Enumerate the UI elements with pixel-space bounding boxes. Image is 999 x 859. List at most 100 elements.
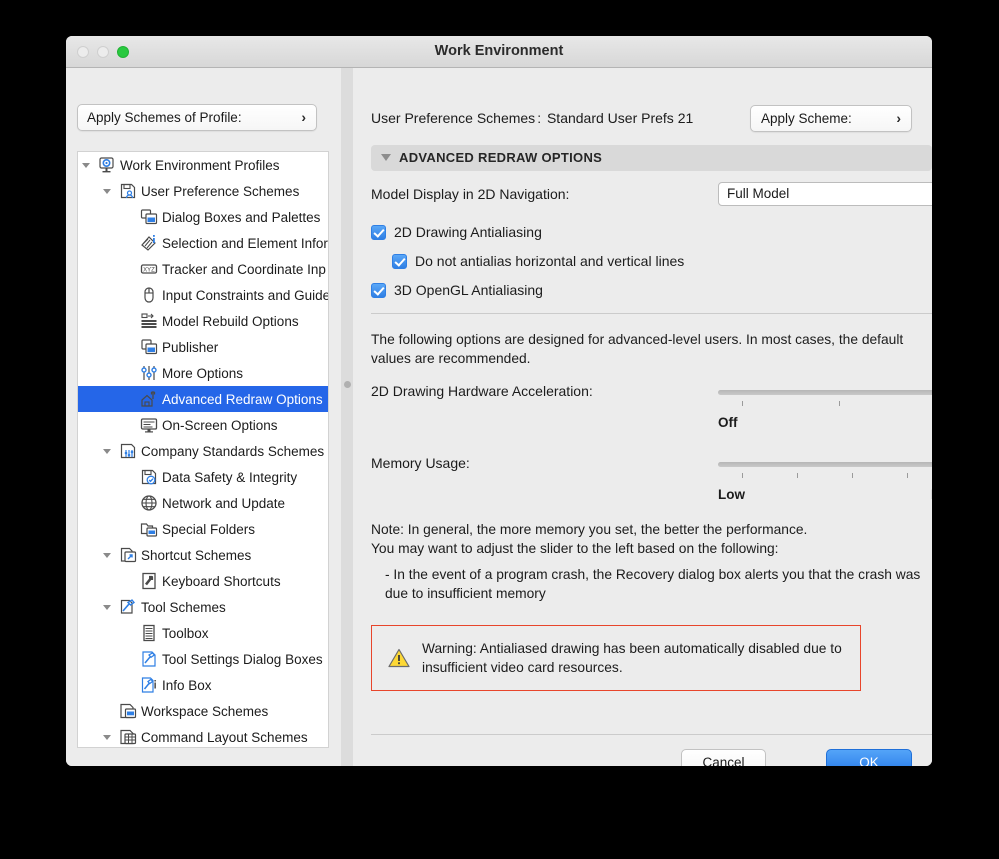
schemes-tree[interactable]: Work Environment Profiles User Preference… — [77, 151, 329, 748]
disclosure-triangle-icon[interactable] — [381, 154, 391, 161]
tree-item-workspace-schemes[interactable]: Workspace Schemes — [78, 698, 328, 724]
checkbox-label: Do not antialias horizontal and vertical… — [415, 253, 685, 269]
tree-item-advanced-redraw-options[interactable]: Advanced Redraw Options — [78, 386, 328, 412]
checkbox-icon[interactable] — [392, 253, 407, 269]
window-title: Work Environment — [434, 43, 564, 59]
selection-element-info-icon — [140, 234, 158, 252]
tree-item-label: Input Constraints and Guide — [162, 287, 329, 303]
tree-item-work-environment-profiles[interactable]: Work Environment Profiles — [78, 152, 328, 178]
ok-button[interactable]: OK — [826, 749, 912, 766]
keyboard-shortcuts-icon — [140, 572, 158, 590]
sidebar-pane: Apply Schemes of Profile: › Work Environ… — [66, 68, 341, 766]
tree-item-data-safety-integrity[interactable]: Data Safety & Integrity — [78, 464, 328, 490]
tree-item-selection-and-element-infor[interactable]: Selection and Element Infor — [78, 230, 328, 256]
checkbox-2d-drawing-antialiasing[interactable]: 2D Drawing Antialiasing — [371, 224, 542, 240]
tree-item-command-layout-schemes[interactable]: Command Layout Schemes — [78, 724, 328, 747]
apply-scheme-button[interactable]: Apply Scheme: › — [750, 105, 912, 132]
slider-track[interactable] — [718, 462, 932, 467]
warning-triangle-icon — [388, 648, 410, 668]
disclosure-triangle-icon[interactable] — [101, 601, 113, 613]
advanced-redraw-icon — [140, 390, 158, 408]
svg-text:XYZ: XYZ — [143, 268, 155, 274]
hardware-acceleration-label: 2D Drawing Hardware Acceleration: — [371, 383, 593, 399]
tree-item-toolbox[interactable]: Toolbox — [78, 620, 328, 646]
memory-note-line-2: You may want to adjust the slider to the… — [371, 541, 779, 556]
network-update-icon — [140, 494, 158, 512]
section-title: ADVANCED REDRAW OPTIONS — [399, 150, 603, 165]
checkbox-label: 2D Drawing Antialiasing — [394, 224, 542, 240]
current-scheme-value: Standard User Prefs 21 — [546, 110, 694, 126]
tree-item-special-folders[interactable]: Special Folders — [78, 516, 328, 542]
tree-item-tool-settings-dialog-boxes[interactable]: Tool Settings Dialog Boxes — [78, 646, 328, 672]
checkbox-3d-opengl-antialiasing[interactable]: 3D OpenGL Antialiasing — [371, 282, 543, 298]
info-box-icon — [140, 676, 158, 694]
tree-item-info-box[interactable]: Info Box — [78, 672, 328, 698]
dialog-boxes-icon — [140, 208, 158, 226]
command-layout-icon — [119, 728, 137, 746]
slider-tick — [742, 401, 743, 406]
disclosure-triangle-icon[interactable] — [101, 445, 113, 457]
model-display-select[interactable]: Full Model — [718, 182, 932, 206]
current-scheme-label: User Preference Schemes — [371, 110, 536, 126]
disclosure-triangle-icon[interactable] — [101, 549, 113, 561]
tree-item-model-rebuild-options[interactable]: Model Rebuild Options — [78, 308, 328, 334]
tree-item-label: Company Standards Schemes — [141, 443, 325, 459]
apply-schemes-of-profile-label: Apply Schemes of Profile: — [87, 110, 242, 125]
tree-item-label: Workspace Schemes — [141, 703, 269, 719]
tree-item-label: Keyboard Shortcuts — [162, 573, 281, 589]
work-environment-profiles-icon — [98, 156, 116, 174]
checkbox-do-not-antialias-hv-lines[interactable]: Do not antialias horizontal and vertical… — [392, 253, 684, 269]
tree-item-keyboard-shortcuts[interactable]: Keyboard Shortcuts — [78, 568, 328, 594]
current-scheme-line: User Preference Schemes: Standard User P… — [371, 110, 693, 126]
slider-tick — [839, 401, 840, 406]
memory-usage-min-label: Low — [718, 487, 745, 502]
model-display-value: Full Model — [727, 186, 790, 201]
tree-item-network-and-update[interactable]: Network and Update — [78, 490, 328, 516]
checkbox-icon[interactable] — [371, 224, 386, 240]
on-screen-options-icon — [140, 416, 158, 434]
chevron-right-icon: › — [301, 109, 306, 125]
slider-track[interactable] — [718, 390, 932, 395]
tree-item-more-options[interactable]: More Options — [78, 360, 328, 386]
tree-item-company-standards-schemes[interactable]: Company Standards Schemes — [78, 438, 328, 464]
tree-item-label: On-Screen Options — [162, 417, 278, 433]
tree-item-label: Publisher — [162, 339, 219, 355]
checkbox-label: 3D OpenGL Antialiasing — [394, 282, 543, 298]
tree-item-on-screen-options[interactable]: On-Screen Options — [78, 412, 328, 438]
tree-item-input-constraints-and-guide[interactable]: Input Constraints and Guide — [78, 282, 328, 308]
footer-divider — [371, 734, 932, 735]
dialog-body: Apply Schemes of Profile: › Work Environ… — [66, 68, 932, 766]
tree-item-publisher[interactable]: Publisher — [78, 334, 328, 360]
tree-item-label: Tool Settings Dialog Boxes — [162, 651, 323, 667]
model-rebuild-icon — [140, 312, 158, 330]
tree-item-label: Info Box — [162, 677, 212, 693]
tree-item-tool-schemes[interactable]: Tool Schemes — [78, 594, 328, 620]
disclosure-triangle-icon[interactable] — [80, 159, 92, 171]
disclosure-triangle-icon[interactable] — [101, 731, 113, 743]
tree-item-label: Command Layout Schemes — [141, 729, 308, 745]
warning-text: Warning: Antialiased drawing has been au… — [422, 641, 842, 675]
splitter-handle[interactable] — [344, 381, 351, 388]
hardware-acceleration-min-label: Off — [718, 415, 738, 430]
more-options-icon — [140, 364, 158, 382]
workspace-schemes-icon — [119, 702, 137, 720]
tree-item-label: Dialog Boxes and Palettes — [162, 209, 321, 225]
input-constraints-icon — [140, 286, 158, 304]
checkbox-icon[interactable] — [371, 282, 386, 298]
tree-item-label: Advanced Redraw Options — [162, 391, 323, 407]
tree-item-tracker-and-coordinate-inp[interactable]: XYZ Tracker and Coordinate Inp — [78, 256, 328, 282]
disclosure-triangle-icon[interactable] — [101, 185, 113, 197]
apply-schemes-of-profile-button[interactable]: Apply Schemes of Profile: › — [77, 104, 317, 131]
tree-item-shortcut-schemes[interactable]: Shortcut Schemes — [78, 542, 328, 568]
pane-splitter[interactable] — [341, 68, 353, 766]
cancel-button[interactable]: Cancel — [681, 749, 766, 766]
tree-item-label: Selection and Element Infor — [162, 235, 328, 251]
advanced-redraw-section-header[interactable]: ADVANCED REDRAW OPTIONS — [371, 145, 932, 171]
tree-item-dialog-boxes-and-palettes[interactable]: Dialog Boxes and Palettes — [78, 204, 328, 230]
scheme-separator: : — [537, 110, 542, 126]
tree-item-label: Work Environment Profiles — [120, 157, 280, 173]
warning-box: Warning: Antialiased drawing has been au… — [371, 625, 861, 691]
tree-item-user-preference-schemes[interactable]: User Preference Schemes — [78, 178, 328, 204]
tracker-coordinate-icon: XYZ — [140, 260, 158, 278]
user-preference-schemes-icon — [119, 182, 137, 200]
